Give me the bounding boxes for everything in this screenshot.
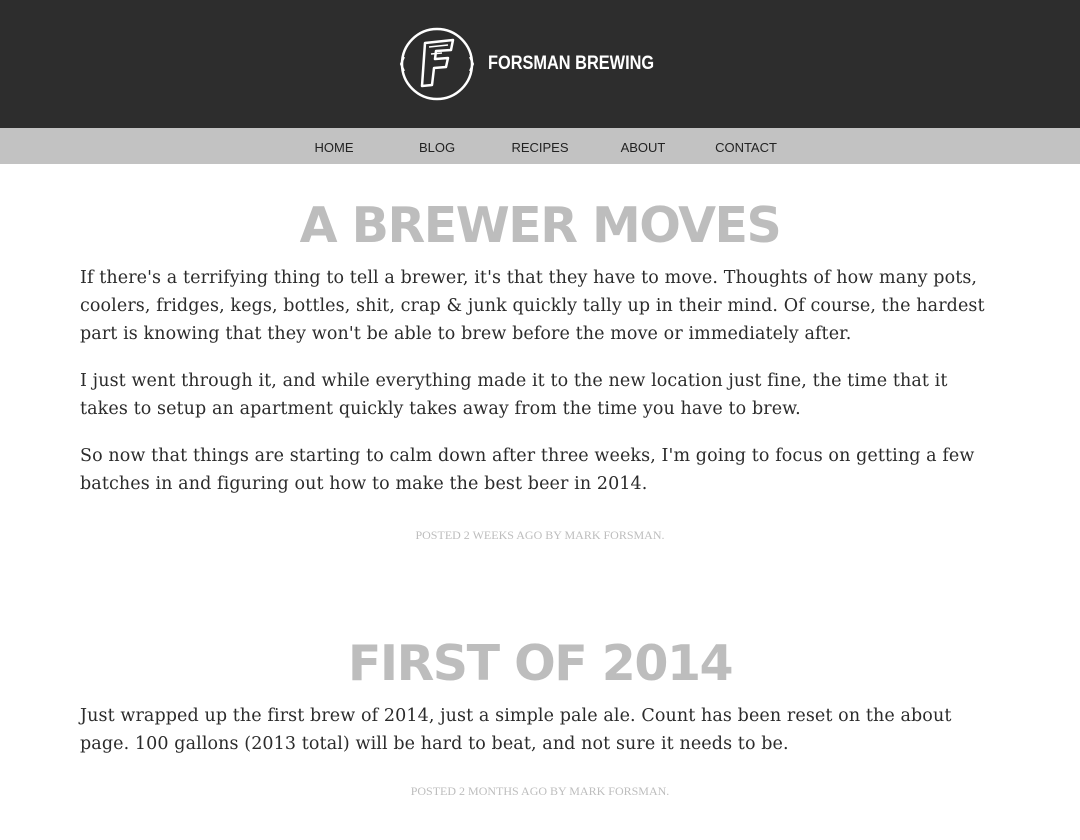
post-title[interactable]: A BREWER MOVES — [80, 201, 1000, 250]
nav-item-recipes[interactable]: RECIPES — [489, 137, 592, 155]
nav-item-about[interactable]: ABOUT — [592, 137, 695, 155]
site-header: FORSMAN BREWING — [0, 0, 1080, 128]
forsman-f-circle-logo-icon — [400, 27, 475, 101]
blog-post: A BREWER MOVES If there's a terrifying t… — [80, 201, 1000, 543]
blog-post: FIRST OF 2014 Just wrapped up the first … — [80, 639, 1000, 799]
post-body: Just wrapped up the first brew of 2014, … — [80, 702, 1000, 758]
post-title[interactable]: FIRST OF 2014 — [80, 639, 1000, 688]
main-nav: HOME BLOG RECIPES ABOUT CONTACT — [0, 128, 1080, 164]
blog-content: A BREWER MOVES If there's a terrifying t… — [0, 201, 1080, 799]
nav-item-contact[interactable]: CONTACT — [695, 137, 798, 155]
post-paragraph: If there's a terrifying thing to tell a … — [80, 268, 985, 344]
post-meta: POSTED 2 MONTHS AGO BY MARK FORSMAN. — [410, 784, 670, 798]
post-meta: POSTED 2 WEEKS AGO BY MARK FORSMAN. — [415, 528, 665, 542]
post-paragraph: Just wrapped up the first brew of 2014, … — [80, 706, 952, 754]
site-name: FORSMAN BREWING — [488, 53, 655, 74]
post-body: If there's a terrifying thing to tell a … — [80, 264, 1000, 498]
site-brand-link[interactable]: FORSMAN BREWING — [398, 25, 681, 103]
nav-item-blog[interactable]: BLOG — [386, 137, 489, 155]
post-paragraph: So now that things are starting to calm … — [80, 446, 975, 494]
nav-item-home[interactable]: HOME — [283, 137, 386, 155]
post-paragraph: I just went through it, and while everyt… — [80, 371, 948, 419]
